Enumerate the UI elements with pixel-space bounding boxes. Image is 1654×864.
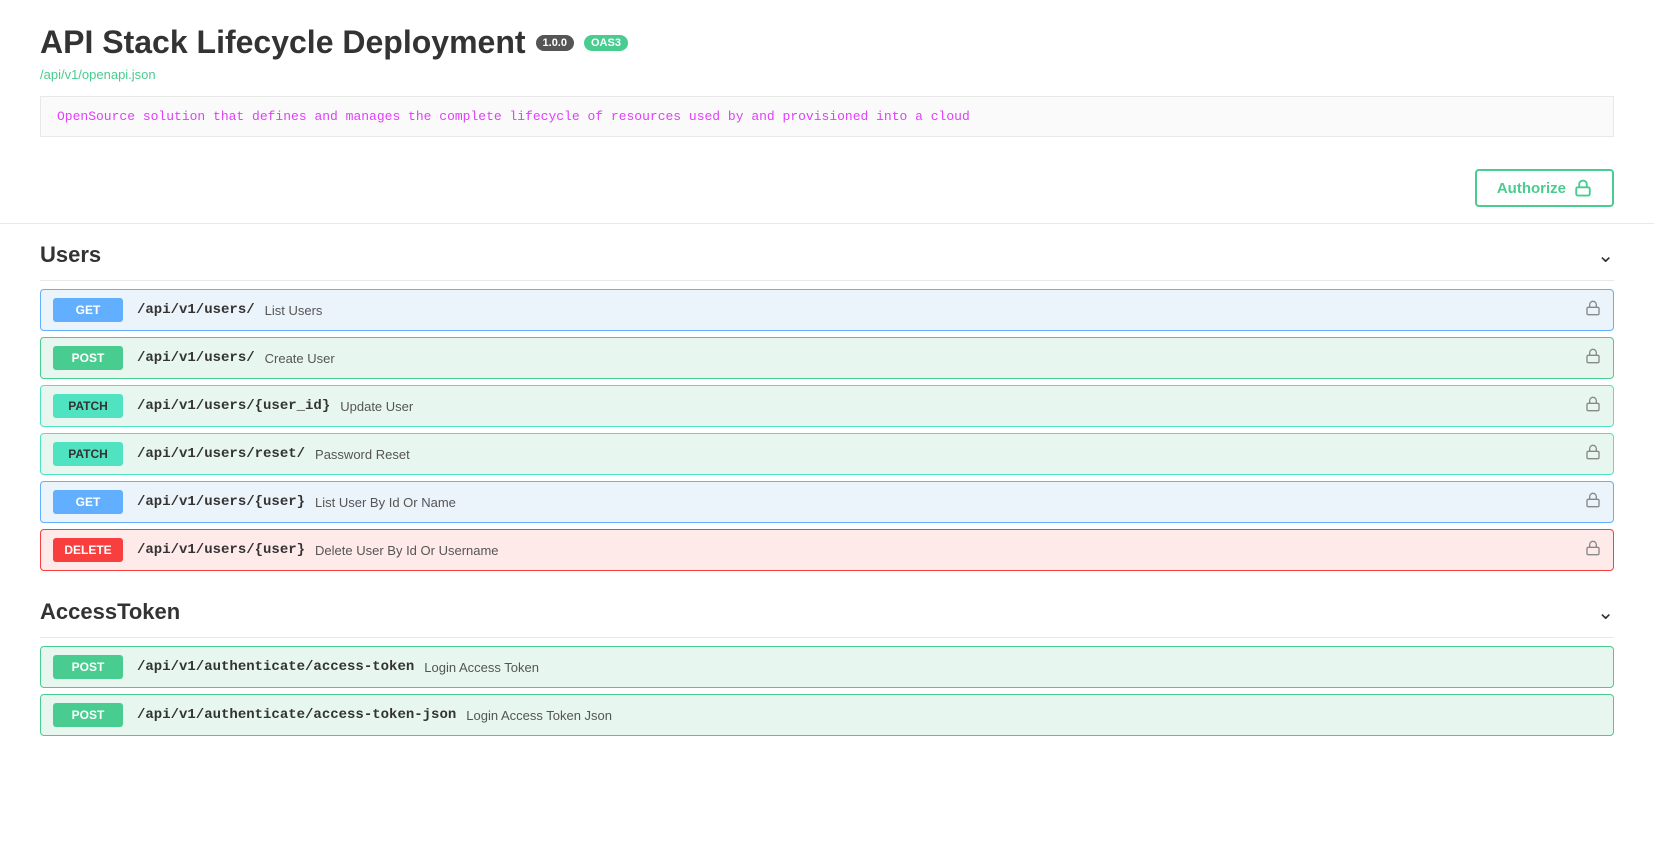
- chevron-icon-access-token: ⌄: [1597, 600, 1614, 625]
- authorize-button[interactable]: Authorize: [1475, 169, 1614, 207]
- lock-icon-small: [1585, 348, 1601, 369]
- lock-icon-small: [1585, 492, 1601, 513]
- endpoint-row-access-token-1[interactable]: POST /api/v1/authenticate/access-token-j…: [40, 694, 1614, 736]
- section-header-access-token[interactable]: AccessToken ⌄: [40, 581, 1614, 638]
- section-title-users: Users: [40, 242, 101, 268]
- section-header-users[interactable]: Users ⌄: [40, 224, 1614, 281]
- endpoint-row-users-5[interactable]: DELETE /api/v1/users/{user} Delete User …: [40, 529, 1614, 571]
- endpoint-desc-users-0: List Users: [265, 303, 323, 318]
- endpoint-row-access-token-0[interactable]: POST /api/v1/authenticate/access-token L…: [40, 646, 1614, 688]
- endpoint-path-users-0: /api/v1/users/: [137, 302, 255, 318]
- method-badge-users-5: DELETE: [53, 538, 123, 562]
- endpoint-row-users-3[interactable]: PATCH /api/v1/users/reset/ Password Rese…: [40, 433, 1614, 475]
- api-link[interactable]: /api/v1/openapi.json: [40, 67, 1614, 82]
- version-badge: 1.0.0: [536, 35, 574, 51]
- endpoint-path-users-5: /api/v1/users/{user}: [137, 542, 305, 558]
- endpoint-path-access-token-1: /api/v1/authenticate/access-token-json: [137, 707, 456, 723]
- method-badge-access-token-0: POST: [53, 655, 123, 679]
- method-badge-users-1: POST: [53, 346, 123, 370]
- endpoint-path-access-token-0: /api/v1/authenticate/access-token: [137, 659, 414, 675]
- endpoint-path-users-2: /api/v1/users/{user_id}: [137, 398, 330, 414]
- page-title: API Stack Lifecycle Deployment: [40, 24, 526, 61]
- endpoint-list-access-token: POST /api/v1/authenticate/access-token L…: [40, 646, 1614, 736]
- sections-container: Users ⌄ GET /api/v1/users/ List Users PO…: [0, 224, 1654, 736]
- section-title-access-token: AccessToken: [40, 599, 180, 625]
- endpoint-desc-access-token-1: Login Access Token Json: [466, 708, 612, 723]
- lock-icon-small: [1585, 300, 1601, 321]
- endpoint-row-users-4[interactable]: GET /api/v1/users/{user} List User By Id…: [40, 481, 1614, 523]
- endpoint-desc-users-4: List User By Id Or Name: [315, 495, 456, 510]
- chevron-icon-users: ⌄: [1597, 243, 1614, 268]
- lock-icon-small: [1585, 540, 1601, 561]
- method-badge-users-4: GET: [53, 490, 123, 514]
- section-users: Users ⌄ GET /api/v1/users/ List Users PO…: [0, 224, 1654, 571]
- endpoint-desc-access-token-0: Login Access Token: [424, 660, 539, 675]
- title-row: API Stack Lifecycle Deployment 1.0.0 OAS…: [40, 24, 1614, 61]
- endpoint-path-users-1: /api/v1/users/: [137, 350, 255, 366]
- description-text: OpenSource solution that defines and man…: [57, 109, 970, 124]
- authorize-row: Authorize: [0, 153, 1654, 224]
- endpoint-desc-users-1: Create User: [265, 351, 335, 366]
- endpoint-row-users-0[interactable]: GET /api/v1/users/ List Users: [40, 289, 1614, 331]
- endpoint-row-users-1[interactable]: POST /api/v1/users/ Create User: [40, 337, 1614, 379]
- lock-icon-small: [1585, 396, 1601, 417]
- endpoint-desc-users-3: Password Reset: [315, 447, 410, 462]
- authorize-button-label: Authorize: [1497, 180, 1566, 197]
- endpoint-desc-users-2: Update User: [340, 399, 413, 414]
- lock-icon-small: [1585, 444, 1601, 465]
- lock-icon: [1574, 179, 1592, 197]
- endpoint-path-users-4: /api/v1/users/{user}: [137, 494, 305, 510]
- method-badge-access-token-1: POST: [53, 703, 123, 727]
- endpoint-path-users-3: /api/v1/users/reset/: [137, 446, 305, 462]
- endpoint-desc-users-5: Delete User By Id Or Username: [315, 543, 499, 558]
- endpoint-list-users: GET /api/v1/users/ List Users POST /api/…: [40, 289, 1614, 571]
- oas-badge: OAS3: [584, 35, 628, 51]
- method-badge-users-0: GET: [53, 298, 123, 322]
- section-access-token: AccessToken ⌄ POST /api/v1/authenticate/…: [0, 581, 1654, 736]
- page-header: API Stack Lifecycle Deployment 1.0.0 OAS…: [0, 0, 1654, 153]
- endpoint-row-users-2[interactable]: PATCH /api/v1/users/{user_id} Update Use…: [40, 385, 1614, 427]
- description-box: OpenSource solution that defines and man…: [40, 96, 1614, 137]
- method-badge-users-3: PATCH: [53, 442, 123, 466]
- method-badge-users-2: PATCH: [53, 394, 123, 418]
